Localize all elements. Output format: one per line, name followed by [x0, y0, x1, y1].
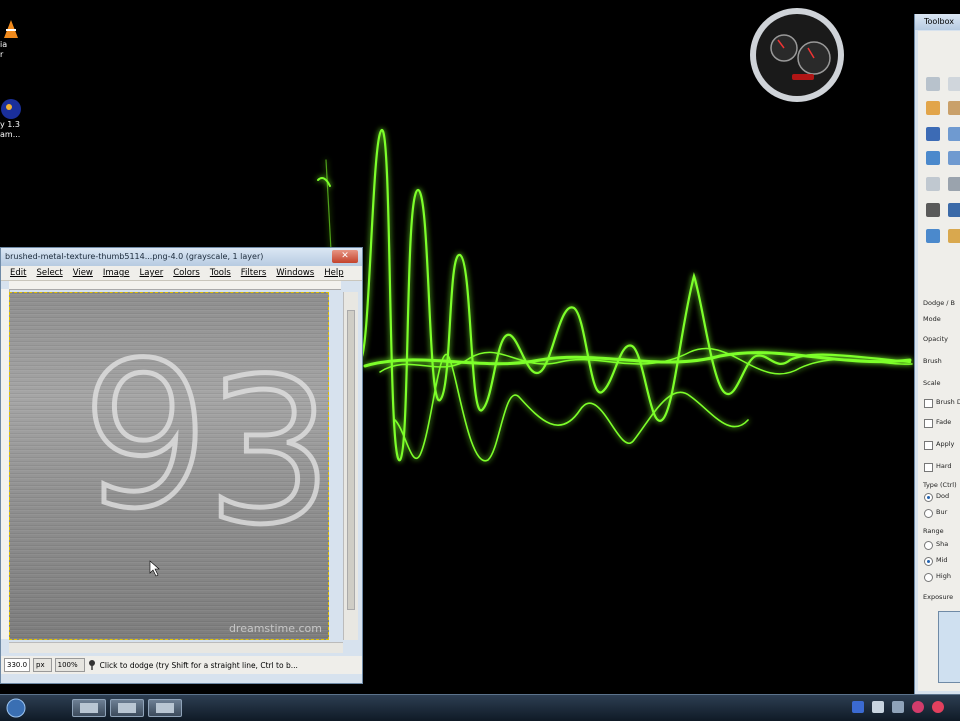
- range-midtones-label: Mid: [936, 556, 948, 564]
- tray-app-icon[interactable]: [912, 701, 924, 713]
- toolbox-titlebar[interactable]: Toolbox: [915, 14, 960, 30]
- menu-view[interactable]: View: [68, 266, 98, 280]
- image-menubar: Edit Select View Image Layer Colors Tool…: [1, 266, 362, 281]
- image-window-title: brushed-metal-texture-thumb5114...png-4.…: [5, 252, 264, 261]
- vertical-scrollbar[interactable]: [343, 292, 358, 640]
- tray-volume-icon[interactable]: [892, 701, 904, 713]
- tool-icon[interactable]: [948, 77, 960, 91]
- type-burn-label: Bur: [936, 508, 948, 516]
- tool-icon[interactable]: [948, 203, 960, 217]
- scrollbar-thumb[interactable]: [347, 310, 355, 610]
- close-button[interactable]: ✕: [332, 250, 358, 263]
- menu-edit[interactable]: Edit: [5, 266, 31, 280]
- brush-dynamics-checkbox[interactable]: [924, 399, 933, 408]
- tray-flag-icon[interactable]: [872, 701, 884, 713]
- dodge-tool-icon: [88, 660, 95, 670]
- range-shadows-radio[interactable]: [924, 541, 933, 550]
- fade-label: Fade: [936, 418, 952, 426]
- desktop-icon-gimp[interactable]: y 1.3 am...: [0, 98, 36, 140]
- tool-icon[interactable]: [948, 151, 960, 165]
- text-tool-icon[interactable]: [926, 127, 940, 141]
- start-orb-icon[interactable]: [6, 698, 26, 718]
- desktop-icon-label: ia r: [0, 40, 8, 59]
- range-midtones-radio[interactable]: [924, 557, 933, 566]
- taskbar: [0, 694, 960, 721]
- image-preview-thumbnail[interactable]: [938, 611, 960, 683]
- pointer-coords: 330.0: [4, 658, 31, 672]
- type-dodge-radio[interactable]: [924, 493, 933, 502]
- menu-select[interactable]: Select: [31, 266, 67, 280]
- cpu-meter-gadget[interactable]: [748, 6, 846, 104]
- taskbar-button-gimp[interactable]: [72, 699, 106, 717]
- menu-colors[interactable]: Colors: [168, 266, 205, 280]
- range-shadows-label: Sha: [936, 540, 949, 548]
- crop-tool-icon[interactable]: [926, 101, 940, 115]
- taskbar-button-image[interactable]: [110, 699, 144, 717]
- apply-jitter-checkbox[interactable]: [924, 441, 933, 450]
- type-dodge-label: Dod: [936, 492, 950, 500]
- canvas-drawing: 9 3: [80, 318, 329, 577]
- image-window[interactable]: brushed-metal-texture-thumb5114...png-4.…: [0, 247, 363, 684]
- range-highlights-label: High: [936, 572, 951, 580]
- menu-windows[interactable]: Windows: [271, 266, 319, 280]
- exposure-label: Exposure: [923, 593, 954, 601]
- window-thumbnail: [118, 703, 136, 713]
- tray-network-icon[interactable]: [852, 701, 864, 713]
- toolbox-panel: Dodge / B Mode Opacity Brush Scale Brush…: [918, 31, 960, 691]
- mode-label: Mode: [923, 315, 941, 323]
- range-label: Range: [923, 527, 944, 535]
- toolbox-window[interactable]: Toolbox Dodge / B Mode Opacity Brush Sca…: [914, 14, 960, 694]
- tool-icon[interactable]: [948, 177, 960, 191]
- toolbox-title: Toolbox: [924, 17, 954, 26]
- mouse-cursor-icon: [149, 560, 160, 577]
- tool-icon[interactable]: [948, 229, 960, 243]
- menu-layer[interactable]: Layer: [135, 266, 169, 280]
- brush-label: Brush: [923, 357, 942, 365]
- fade-checkbox[interactable]: [924, 419, 933, 428]
- clone-tool-icon[interactable]: [926, 177, 940, 191]
- taskbar-button-toolbox[interactable]: [148, 699, 182, 717]
- transform-tool-icon[interactable]: [926, 151, 940, 165]
- menu-filters[interactable]: Filters: [236, 266, 271, 280]
- hard-edge-label: Hard: [936, 462, 952, 470]
- tool-icon[interactable]: [948, 127, 960, 141]
- tool-options-title: Dodge / B: [923, 299, 956, 307]
- apply-label: Apply: [936, 440, 955, 448]
- canvas-digit-three: 3: [206, 336, 329, 569]
- image-canvas[interactable]: 9 3 dreamstime.com: [9, 292, 329, 640]
- status-message: Click to dodge (try Shift for a straight…: [99, 660, 298, 670]
- type-label: Type (Ctrl): [923, 481, 957, 489]
- scale-label: Scale: [923, 379, 941, 387]
- menu-help[interactable]: Help: [319, 266, 348, 280]
- unit-select[interactable]: px: [33, 658, 52, 672]
- hard-edge-checkbox[interactable]: [924, 463, 933, 472]
- color-picker-tool-icon[interactable]: [926, 203, 940, 217]
- image-window-titlebar[interactable]: brushed-metal-texture-thumb5114...png-4.…: [1, 248, 362, 266]
- rect-select-tool-icon[interactable]: [926, 77, 940, 91]
- range-highlights-radio[interactable]: [924, 573, 933, 582]
- tool-icon[interactable]: [948, 101, 960, 115]
- tray-app-icon[interactable]: [932, 701, 944, 713]
- brush-dynamics-label: Brush D: [936, 398, 960, 406]
- horizontal-ruler[interactable]: [9, 281, 341, 290]
- canvas-digit-nine: 9: [82, 320, 209, 553]
- menu-tools[interactable]: Tools: [205, 266, 236, 280]
- window-thumbnail: [80, 703, 98, 713]
- dodge-burn-tool-icon[interactable]: [926, 229, 940, 243]
- opacity-label: Opacity: [923, 335, 949, 343]
- status-bar: 330.0 px 100% Click to dodge (try Shift …: [1, 656, 362, 674]
- desktop-icon-vlc[interactable]: ia r: [0, 18, 36, 60]
- type-burn-radio[interactable]: [924, 509, 933, 518]
- zoom-select[interactable]: 100%: [54, 658, 85, 672]
- window-thumbnail: [156, 703, 174, 713]
- watermark: dreamstime.com: [228, 622, 322, 635]
- traffic-cone-icon: [4, 20, 18, 38]
- menu-image[interactable]: Image: [98, 266, 135, 280]
- desktop-icon-label: y 1.3 am...: [0, 120, 21, 139]
- horizontal-scrollbar[interactable]: [9, 642, 343, 653]
- gimp-icon: [1, 99, 21, 119]
